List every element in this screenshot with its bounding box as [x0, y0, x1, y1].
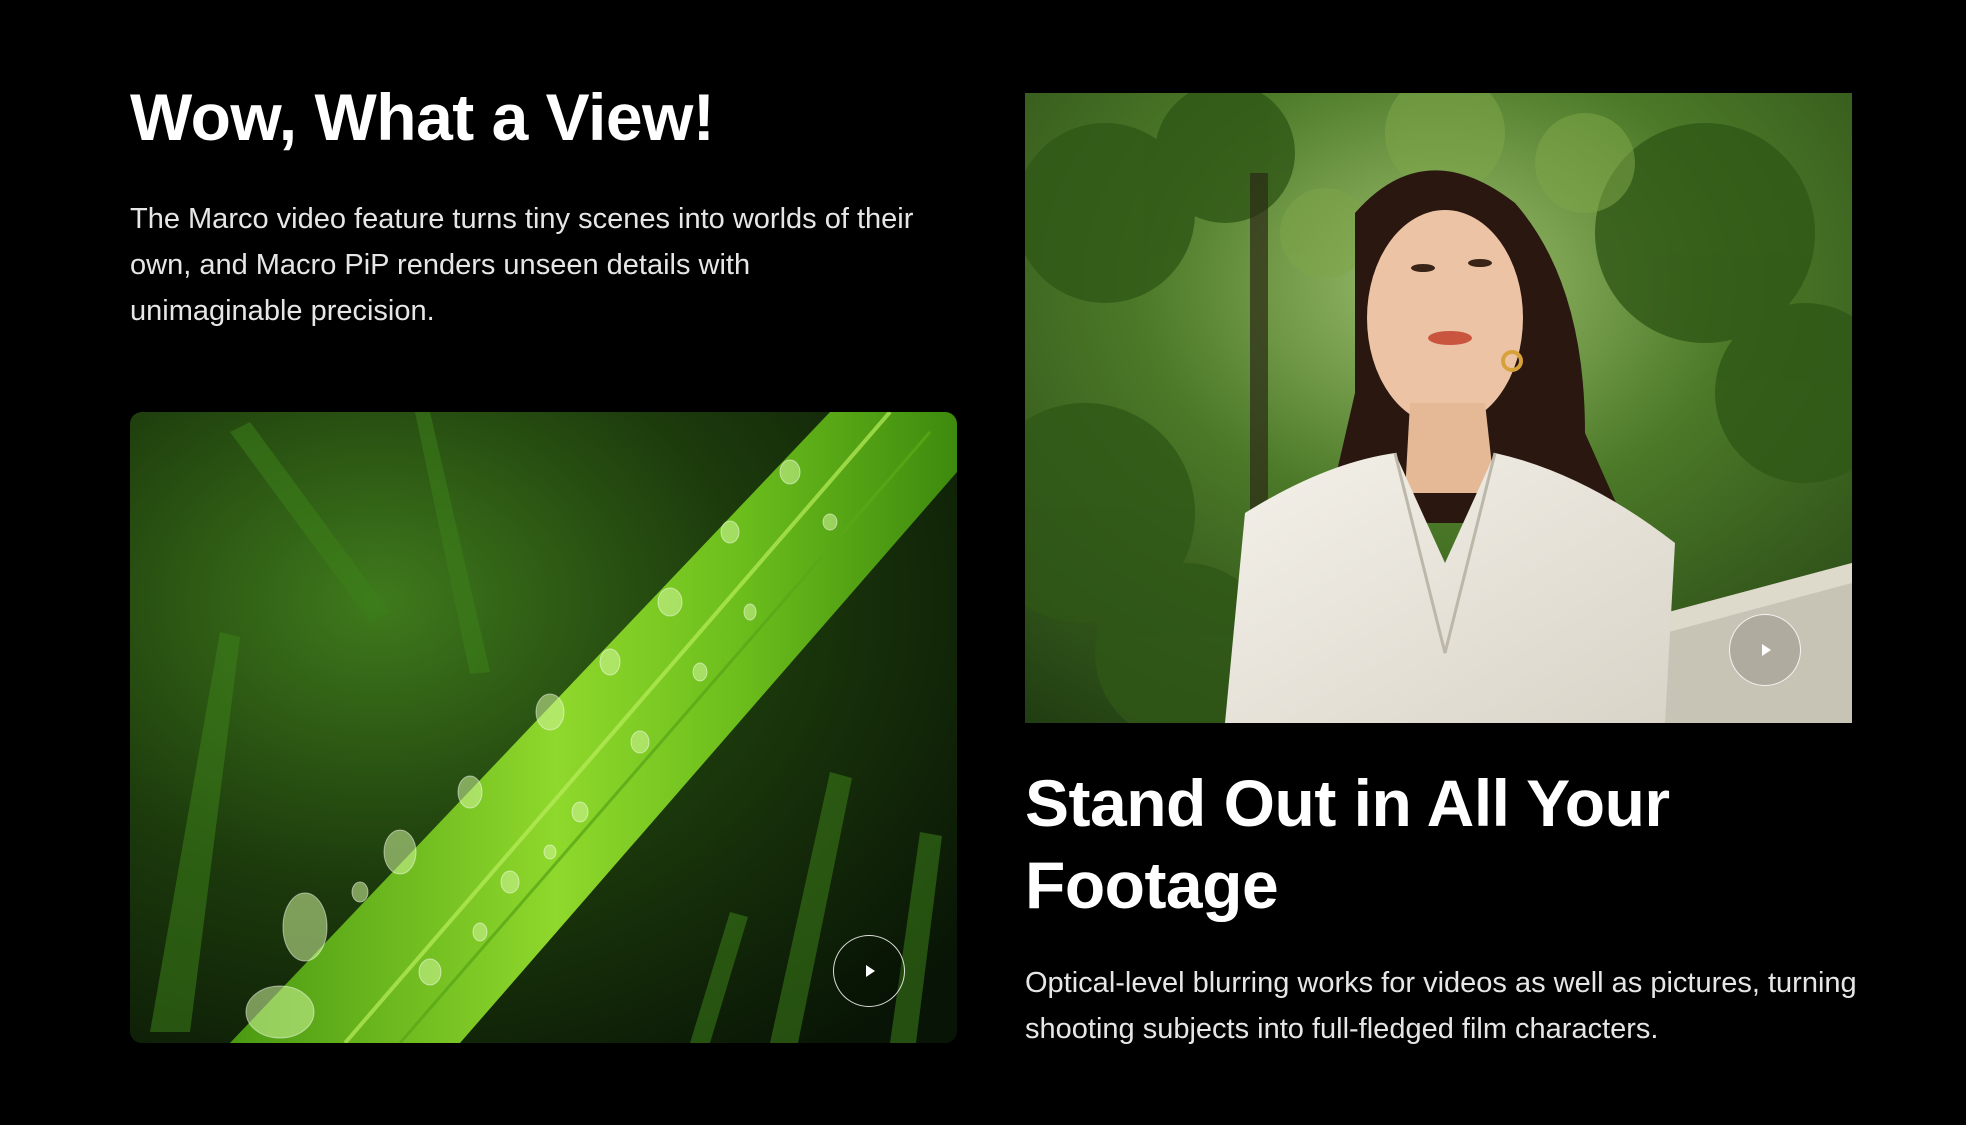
macro-section-description: The Marco video feature turns tiny scene…: [130, 203, 914, 327]
macro-video-thumbnail[interactable]: [130, 412, 957, 1043]
play-icon: [1762, 644, 1771, 656]
play-icon: [866, 965, 875, 977]
leaf-image: [130, 412, 957, 1043]
portrait-section-description: Optical-level blurring works for videos …: [1025, 967, 1857, 1045]
portrait-section-title: Stand Out in All Your Footage: [1025, 766, 1670, 922]
macro-section-title: Wow, What a View!: [130, 80, 715, 154]
portrait-image: [1025, 93, 1852, 723]
macro-play-button[interactable]: [833, 935, 905, 1007]
feature-page: Wow, What a View! The Marco video featur…: [0, 0, 1966, 1125]
portrait-video-thumbnail[interactable]: [1025, 93, 1852, 723]
portrait-play-button[interactable]: [1729, 614, 1801, 686]
